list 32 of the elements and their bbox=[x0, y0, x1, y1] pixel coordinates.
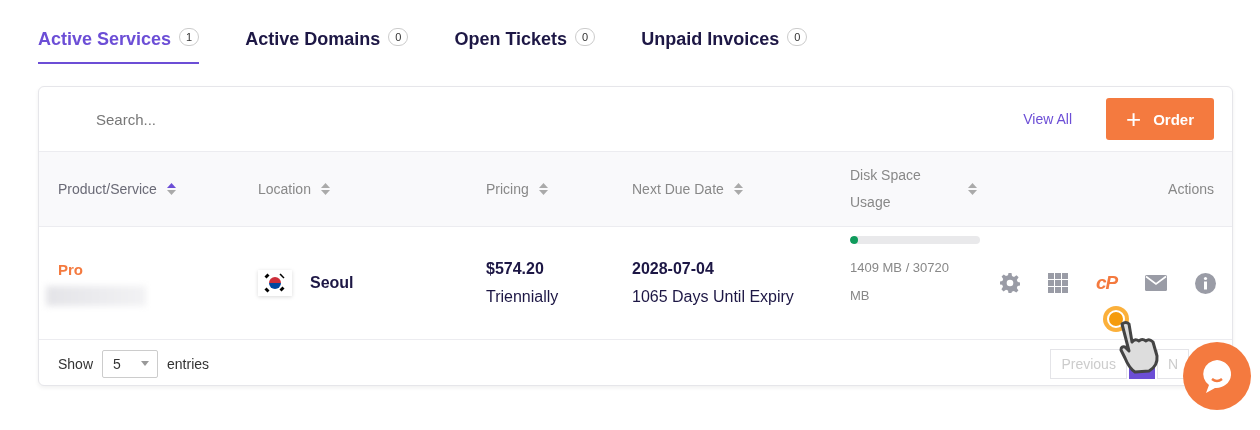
due-date: 2028-07-04 bbox=[632, 260, 715, 278]
tab[interactable]: Active Services 1 bbox=[38, 26, 200, 64]
view-all-link[interactable]: View All bbox=[1023, 111, 1072, 127]
price: $574.20 bbox=[486, 260, 545, 278]
sort-icon[interactable] bbox=[968, 182, 977, 196]
flag-icon bbox=[258, 270, 292, 296]
column-header: Next Due Date bbox=[632, 181, 724, 197]
tab[interactable]: Unpaid Invoices 0 bbox=[641, 26, 808, 64]
grid-icon[interactable] bbox=[1048, 273, 1068, 293]
expiry-text: 1065 Days Until Expiry bbox=[632, 288, 795, 306]
sort-icon[interactable] bbox=[538, 182, 548, 196]
show-label: Show bbox=[58, 355, 94, 372]
sort-icon[interactable] bbox=[733, 182, 743, 196]
mail-icon[interactable] bbox=[1145, 275, 1168, 291]
entries-label: entries bbox=[167, 355, 210, 372]
info-icon[interactable] bbox=[1195, 272, 1217, 294]
billing-cycle: Triennially bbox=[486, 288, 560, 306]
tab[interactable]: Active Domains 0 bbox=[245, 26, 409, 64]
tab[interactable]: Open Tickets 0 bbox=[454, 26, 596, 64]
sort-icon[interactable] bbox=[320, 182, 330, 196]
disk-usage-text: 1409 MB / 30720 MB bbox=[850, 259, 950, 305]
caret-icon bbox=[141, 361, 150, 366]
settings-icon[interactable] bbox=[1000, 273, 1020, 293]
column-header: Actions bbox=[1168, 181, 1214, 197]
sort-icon[interactable] bbox=[166, 182, 176, 196]
column-header: Disk Space Usage bbox=[850, 166, 922, 212]
column-header: Pricing bbox=[486, 181, 529, 197]
location-name: Seoul bbox=[310, 274, 354, 292]
column-header: Location bbox=[258, 181, 311, 197]
page-size-select[interactable]: 5 bbox=[102, 349, 159, 378]
column-header: Product/Service bbox=[58, 181, 157, 197]
chat-button[interactable] bbox=[1183, 342, 1251, 410]
